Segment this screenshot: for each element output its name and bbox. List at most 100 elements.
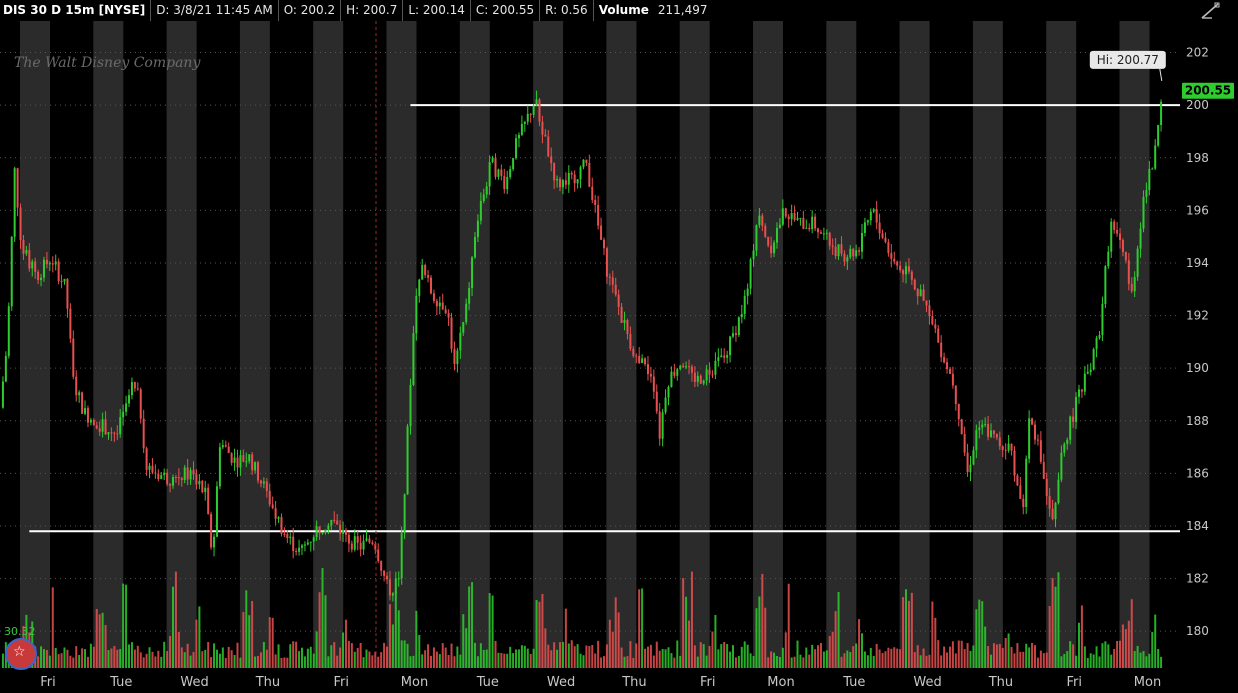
- candle-body: [790, 213, 793, 220]
- candle-body: [682, 365, 685, 368]
- volume-bar: [119, 649, 122, 668]
- volume-bar: [447, 654, 450, 668]
- candle-body: [72, 338, 75, 377]
- candle-body: [48, 263, 51, 265]
- app-logo-icon[interactable]: ☆: [5, 638, 37, 670]
- price-tick-label: 180: [1186, 624, 1209, 638]
- candle-body: [787, 216, 790, 220]
- candle-body: [1057, 479, 1060, 503]
- candle-body: [1069, 416, 1072, 440]
- volume-bar: [171, 586, 174, 668]
- volume-bar: [664, 649, 667, 668]
- candle-body: [257, 462, 260, 481]
- volume-bar: [585, 645, 588, 668]
- volume-bar: [781, 647, 784, 668]
- candle-body: [1116, 229, 1119, 234]
- candle-body: [863, 222, 866, 233]
- volume-bar: [928, 654, 931, 668]
- candle-body: [295, 550, 298, 552]
- symbol-label[interactable]: DIS 30 D 15m [NYSE]: [0, 0, 152, 21]
- volume-bar: [265, 649, 268, 668]
- candle-body: [992, 430, 995, 434]
- volume-bar: [242, 612, 245, 668]
- candle-body: [928, 305, 931, 317]
- volume-bar: [409, 656, 412, 668]
- volume-bar: [597, 640, 600, 668]
- volume-bar: [104, 624, 107, 668]
- candle-body: [705, 369, 708, 381]
- candle-body: [189, 470, 192, 480]
- time-tick-label: Wed: [913, 675, 941, 690]
- candle-body: [799, 217, 802, 219]
- volume-bar: [69, 655, 72, 668]
- candle-body: [139, 389, 142, 419]
- candle-body: [594, 199, 597, 205]
- candle-body: [693, 372, 696, 382]
- volume-bar: [658, 650, 661, 668]
- volume-bar: [975, 609, 978, 668]
- volume-bar: [1042, 653, 1045, 668]
- volume-bar: [673, 657, 676, 668]
- volume-bar: [752, 656, 755, 668]
- last-price-value: 200.55: [1185, 84, 1231, 98]
- volume-bar: [1154, 614, 1157, 668]
- session-band: [753, 21, 783, 668]
- volume-bar: [37, 656, 40, 668]
- volume-bar: [907, 600, 910, 668]
- volume-bar: [846, 650, 849, 668]
- volume-bar: [154, 656, 157, 668]
- volume-bar: [415, 610, 418, 668]
- volume-bar: [884, 651, 887, 668]
- volume-bar: [383, 642, 386, 668]
- candle-body: [1013, 450, 1016, 476]
- volume-bar: [972, 645, 975, 668]
- volume-bar: [245, 590, 248, 668]
- candle-body: [1133, 276, 1136, 292]
- candle-body: [564, 180, 567, 185]
- candle-body: [1083, 373, 1086, 392]
- candle-body: [435, 300, 438, 307]
- candle-body: [1101, 303, 1104, 336]
- price-chart[interactable]: The Walt Disney Company 30.32 1801821841…: [0, 0, 1238, 693]
- candle-body: [57, 261, 60, 281]
- candle-body: [380, 561, 383, 571]
- candle-body: [160, 474, 163, 480]
- candle-body: [896, 261, 899, 266]
- price-tick-label: 200: [1186, 98, 1209, 112]
- candle-body: [1016, 475, 1019, 486]
- volume-bar: [259, 652, 262, 668]
- volume-bar: [81, 648, 84, 668]
- candle-body: [1113, 221, 1116, 230]
- volume-bar: [251, 601, 254, 668]
- candle-body: [849, 248, 852, 258]
- candle-body: [925, 300, 928, 306]
- volume-bar: [893, 647, 896, 668]
- volume-bar: [778, 656, 781, 668]
- volume-bar: [811, 644, 814, 668]
- volume-bar: [473, 642, 476, 668]
- candle-body: [25, 250, 28, 254]
- candle-body: [1098, 335, 1101, 338]
- volume-bar: [831, 631, 834, 668]
- candle-body: [81, 392, 84, 414]
- candle-body: [336, 520, 339, 525]
- volume-bar: [998, 643, 1001, 668]
- candle-body: [383, 570, 386, 576]
- candle-body: [758, 215, 761, 226]
- volume-bar: [635, 643, 638, 668]
- trend-line-icon[interactable]: [1200, 2, 1220, 20]
- volume-bar: [45, 650, 48, 668]
- candle-body: [110, 432, 113, 434]
- volume-bar: [336, 655, 339, 668]
- candle-body: [948, 369, 951, 374]
- candle-body: [210, 513, 213, 548]
- volume-bar: [1116, 640, 1119, 668]
- candle-body: [1142, 196, 1145, 229]
- candle-body: [717, 357, 720, 361]
- volume-bar: [333, 642, 336, 668]
- volume-study-value: 30.32: [4, 625, 36, 638]
- candle-body: [1051, 508, 1054, 520]
- candle-body: [767, 236, 770, 246]
- candle-body: [878, 222, 881, 234]
- volume-bar: [734, 657, 737, 668]
